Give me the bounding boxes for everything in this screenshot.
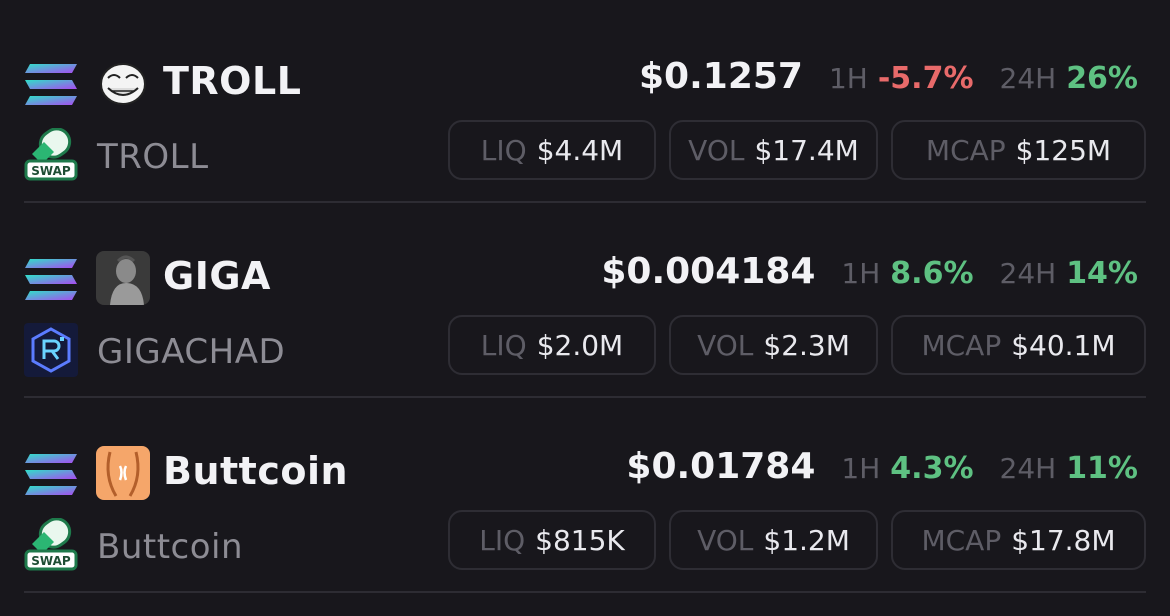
price-change-group: $0.004184 1H 8.6% 24H 14% [601,251,1138,292]
swap-pill-icon: SWAP [24,518,78,571]
token-row-giga[interactable]: GIGA GIGACHAD $0.004184 1H 8.6% 24H 14% … [0,205,1170,400]
volume-label: VOL [688,133,745,167]
volume-value: $1.2M [763,523,850,557]
change-1h-label: 1H [841,257,881,290]
volume-pill: VOL $1.2M [669,510,878,570]
token-name: TROLL [97,137,209,177]
token-row-troll[interactable]: TROLL SWAP TROLL $0.1257 1H -5.7% 24H 26… [0,10,1170,205]
change-24h-label: 24H [999,452,1057,485]
change-1h-label: 1H [828,62,868,95]
liquidity-pill: LIQ $4.4M [448,120,656,180]
change-24h-value: 11% [1066,451,1138,486]
market-cap-value: $40.1M [1011,328,1116,362]
market-cap-label: MCAP [921,523,1002,557]
row-divider [24,396,1146,398]
change-1h-value: 8.6% [890,256,974,291]
gigachad-photo-icon [96,251,150,305]
volume-label: VOL [697,523,754,557]
swap-pill-icon: SWAP [24,128,78,181]
liquidity-label: LIQ [480,328,527,362]
token-price: $0.1257 [639,56,803,97]
token-price: $0.004184 [601,251,816,292]
change-24h-label: 24H [999,257,1057,290]
market-cap-label: MCAP [925,133,1006,167]
market-cap-pill: MCAP $40.1M [891,315,1146,375]
row-divider [24,591,1146,593]
change-1h-value: -5.7% [877,61,974,96]
volume-pill: VOL $17.4M [669,120,878,180]
price-change-group: $0.01784 1H 4.3% 24H 11% [626,446,1138,487]
liquidity-value: $815K [535,523,625,557]
token-symbol: GIGA [163,254,271,298]
liquidity-value: $2.0M [536,328,624,362]
solana-icon [25,64,77,105]
liquidity-value: $4.4M [536,133,624,167]
solana-icon [25,454,77,495]
solana-icon [25,259,77,300]
raydium-icon [24,323,78,377]
token-row-buttcoin[interactable]: Buttcoin SWAP Buttcoin $0.01784 1H 4.3% … [0,400,1170,595]
change-1h-label: 1H [841,452,881,485]
market-cap-pill: MCAP $17.8M [891,510,1146,570]
change-24h-value: 26% [1066,61,1138,96]
change-24h-value: 14% [1066,256,1138,291]
token-name: GIGACHAD [97,332,286,372]
token-list: TROLL SWAP TROLL $0.1257 1H -5.7% 24H 26… [0,0,1170,616]
volume-label: VOL [697,328,754,362]
change-1h-value: 4.3% [890,451,974,486]
market-cap-pill: MCAP $125M [891,120,1146,180]
liquidity-pill: LIQ $2.0M [448,315,656,375]
price-change-group: $0.1257 1H -5.7% 24H 26% [639,56,1138,97]
volume-value: $2.3M [763,328,850,362]
token-symbol: Buttcoin [163,449,349,493]
buttcoin-logo-icon [96,446,150,500]
row-divider [24,201,1146,203]
market-cap-value: $17.8M [1011,523,1116,557]
volume-pill: VOL $2.3M [669,315,878,375]
svg-text:SWAP: SWAP [31,164,71,178]
troll-face-icon [100,63,146,105]
token-price: $0.01784 [626,446,816,487]
market-cap-label: MCAP [921,328,1002,362]
change-24h-label: 24H [999,62,1057,95]
liquidity-label: LIQ [480,133,527,167]
liquidity-label: LIQ [479,523,526,557]
svg-text:SWAP: SWAP [31,554,71,568]
token-name: Buttcoin [97,527,244,567]
market-cap-value: $125M [1015,133,1112,167]
volume-value: $17.4M [754,133,859,167]
liquidity-pill: LIQ $815K [448,510,656,570]
token-symbol: TROLL [163,59,302,103]
